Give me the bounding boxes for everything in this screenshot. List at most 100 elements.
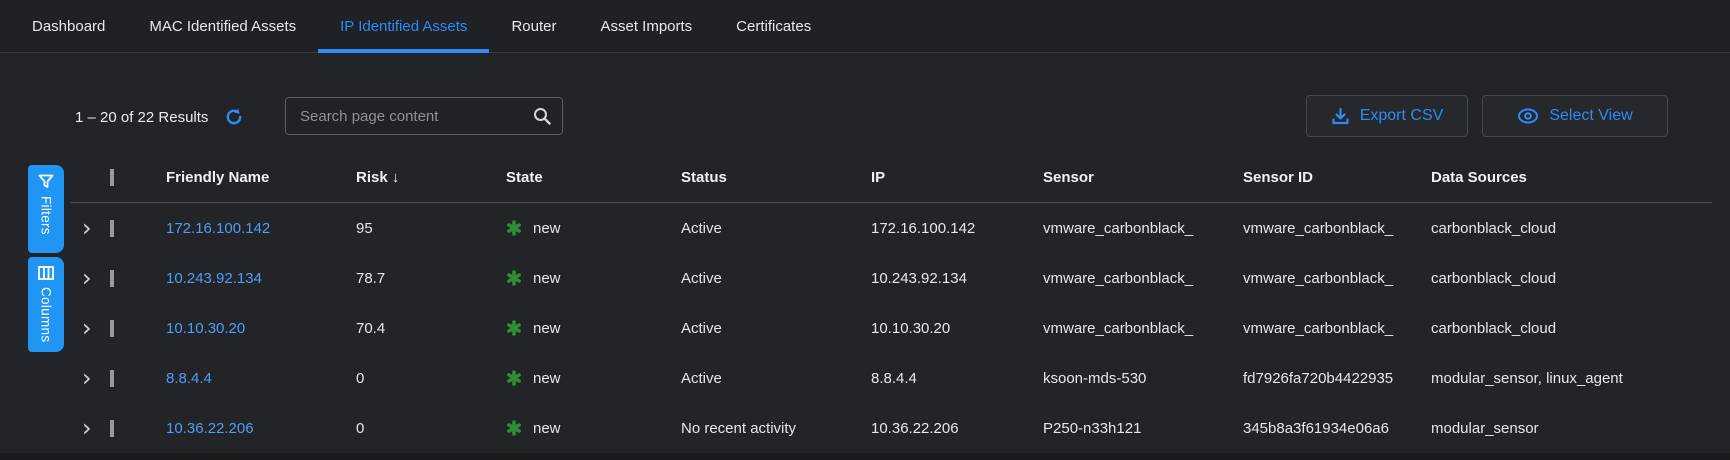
row-checkbox-cell [110,220,166,237]
table-row: › 10.10.30.20 70.4 new Active 10.10.30.2… [70,303,1712,353]
expand-row-chevron-icon[interactable]: › [70,418,110,438]
row-checkbox-cell [110,320,166,337]
table-row: › 10.243.92.134 78.7 new Active 10.243.9… [70,253,1712,303]
state-label: new [533,370,561,387]
columns-button-label: Columns [39,287,54,342]
tab-asset-imports[interactable]: Asset Imports [578,0,714,52]
ip-value: 10.10.30.20 [871,320,1043,337]
state-new-asterisk-icon [506,370,522,386]
tab-dashboard[interactable]: Dashboard [10,0,127,52]
expand-row-chevron-icon[interactable]: › [70,368,110,388]
table-row: › 10.36.22.206 0 new No recent activity … [70,403,1712,453]
state-new-asterisk-icon [506,220,522,236]
ip-value: 10.243.92.134 [871,270,1043,287]
risk-value: 0 [356,370,506,387]
status-value: Active [681,270,871,287]
column-header-sensor-id[interactable]: Sensor ID [1243,169,1431,186]
sort-descending-icon: ↓ [392,169,400,186]
state-label: new [533,420,561,437]
select-view-label: Select View [1549,107,1632,125]
friendly-name-link[interactable]: 8.8.4.4 [166,370,356,387]
risk-value: 78.7 [356,270,506,287]
state-cell: new [506,220,681,237]
row-checkbox[interactable] [110,320,114,337]
column-header-ip[interactable]: IP [871,169,1043,186]
sensor-value: vmware_carbonblack_ [1043,270,1243,287]
sensor-id-value: vmware_carbonblack_ [1243,220,1431,237]
risk-value: 70.4 [356,320,506,337]
sensor-id-value: 345b8a3f61934e06a6 [1243,420,1431,437]
toolbar: 1 – 20 of 22 Results Export CSV [0,95,1730,139]
search-box [285,97,563,135]
tab-certificates[interactable]: Certificates [714,0,833,52]
state-cell: new [506,420,681,437]
state-new-asterisk-icon [506,320,522,336]
row-checkbox[interactable] [110,420,114,437]
sensor-id-value: vmware_carbonblack_ [1243,320,1431,337]
state-label: new [533,270,561,287]
filters-button[interactable]: Filters [28,165,64,253]
sensor-id-value: fd7926fa720b4422935 [1243,370,1431,387]
column-header-state[interactable]: State [506,169,681,186]
status-value: No recent activity [681,420,871,437]
expand-row-chevron-icon[interactable]: › [70,318,110,338]
tab-mac-identified-assets[interactable]: MAC Identified Assets [127,0,318,52]
state-new-asterisk-icon [506,270,522,286]
select-all-checkbox[interactable] [110,169,114,186]
refresh-icon[interactable] [224,107,244,127]
export-csv-button[interactable]: Export CSV [1306,95,1468,137]
tab-ip-identified-assets[interactable]: IP Identified Assets [318,0,489,52]
data-sources-value: carbonblack_cloud [1431,320,1712,337]
expand-row-chevron-icon[interactable]: › [70,268,110,288]
row-checkbox[interactable] [110,370,114,387]
table-row: › 172.16.100.142 95 new Active 172.16.10… [70,203,1712,253]
tab-bar: Dashboard MAC Identified Assets IP Ident… [0,0,1730,53]
search-input[interactable] [300,108,532,125]
results-count: 1 – 20 of 22 Results [75,109,208,126]
column-header-status[interactable]: Status [681,169,871,186]
risk-value: 0 [356,420,506,437]
risk-value: 95 [356,220,506,237]
row-checkbox[interactable] [110,270,114,287]
column-header-risk[interactable]: Risk↓ [356,169,506,186]
search-icon[interactable] [532,106,552,126]
select-view-button[interactable]: Select View [1482,95,1668,137]
state-cell: new [506,370,681,387]
expand-row-chevron-icon[interactable]: › [70,218,110,238]
data-sources-value: carbonblack_cloud [1431,270,1712,287]
eye-icon [1517,107,1539,125]
status-value: Active [681,220,871,237]
friendly-name-link[interactable]: 10.10.30.20 [166,320,356,337]
filters-button-label: Filters [39,196,54,235]
friendly-name-link[interactable]: 10.243.92.134 [166,270,356,287]
status-value: Active [681,370,871,387]
select-all-checkbox-cell [110,169,166,186]
friendly-name-link[interactable]: 172.16.100.142 [166,220,356,237]
data-sources-value: modular_sensor [1431,420,1712,437]
row-checkbox-cell [110,370,166,387]
ip-value: 172.16.100.142 [871,220,1043,237]
filter-funnel-icon [38,174,54,189]
table-body: › 172.16.100.142 95 new Active 172.16.10… [70,203,1712,453]
state-label: new [533,220,561,237]
row-checkbox[interactable] [110,220,114,237]
data-sources-value: modular_sensor, linux_agent [1431,370,1712,387]
download-icon [1331,107,1350,126]
row-checkbox-cell [110,420,166,437]
friendly-name-link[interactable]: 10.36.22.206 [166,420,356,437]
column-header-sensor[interactable]: Sensor [1043,169,1243,186]
ip-value: 8.8.4.4 [871,370,1043,387]
columns-button[interactable]: Columns [28,257,64,352]
tab-router[interactable]: Router [489,0,578,52]
column-header-data-sources[interactable]: Data Sources [1431,169,1712,186]
sensor-value: P250-n33h121 [1043,420,1243,437]
sensor-value: vmware_carbonblack_ [1043,220,1243,237]
state-cell: new [506,270,681,287]
table-bottom-edge [0,453,1730,460]
table-header-row: Friendly Name Risk↓ State Status IP Sens… [70,153,1712,203]
state-cell: new [506,320,681,337]
column-header-friendly-name[interactable]: Friendly Name [166,169,356,186]
table-row: › 8.8.4.4 0 new Active 8.8.4.4 ksoon-mds… [70,353,1712,403]
status-value: Active [681,320,871,337]
sensor-id-value: vmware_carbonblack_ [1243,270,1431,287]
